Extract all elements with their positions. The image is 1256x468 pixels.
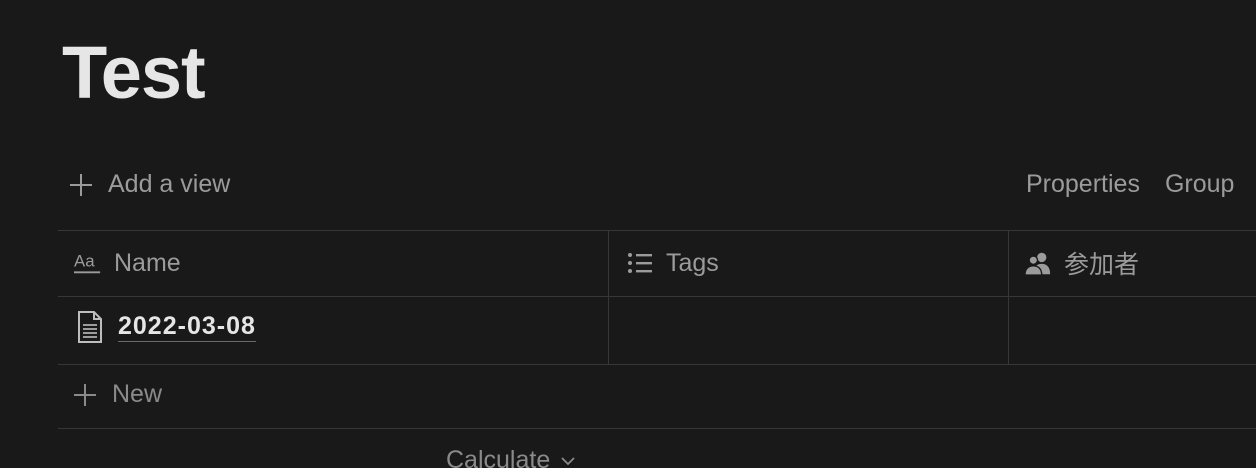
new-row-label: New: [112, 380, 163, 408]
calculate-label: Calculate: [446, 446, 551, 468]
notion-database-page: Test Add a view Properties Group Aa Name: [0, 0, 1256, 468]
person-icon: [1024, 252, 1051, 276]
page-title[interactable]: Test: [62, 36, 206, 110]
row-bottom-border: [58, 364, 1256, 365]
column-header-label: 参加者: [1064, 251, 1140, 279]
properties-button[interactable]: Properties: [1026, 170, 1140, 199]
column-header-label: Name: [114, 248, 181, 277]
chevron-down-icon: [561, 456, 575, 465]
view-toolbar: Add a view Properties Group: [58, 164, 1256, 208]
column-header-participants[interactable]: 参加者: [1024, 230, 1139, 296]
plus-icon: [70, 173, 92, 196]
view-actions: Properties Group: [1026, 170, 1234, 199]
column-header-label: Tags: [666, 248, 719, 277]
list-icon: [628, 253, 652, 273]
add-view-button[interactable]: Add a view: [68, 170, 230, 199]
row-title[interactable]: 2022-03-08: [118, 312, 256, 342]
page-icon: [78, 311, 102, 343]
text-property-icon: Aa: [74, 252, 101, 274]
column-header-name[interactable]: Aa Name: [74, 230, 181, 296]
svg-text:Aa: Aa: [74, 252, 95, 271]
column-divider: [1008, 230, 1009, 364]
group-button[interactable]: Group: [1165, 170, 1234, 199]
plus-icon: [74, 383, 96, 406]
table-row-name-cell[interactable]: 2022-03-08: [76, 310, 256, 344]
header-bottom-border: [58, 296, 1256, 297]
new-row-button[interactable]: New: [72, 380, 162, 409]
column-divider: [608, 230, 609, 364]
column-header-tags[interactable]: Tags: [626, 230, 719, 296]
new-row-bottom-border: [58, 428, 1256, 429]
calculate-button[interactable]: Calculate: [446, 446, 576, 468]
add-view-label: Add a view: [108, 170, 231, 198]
